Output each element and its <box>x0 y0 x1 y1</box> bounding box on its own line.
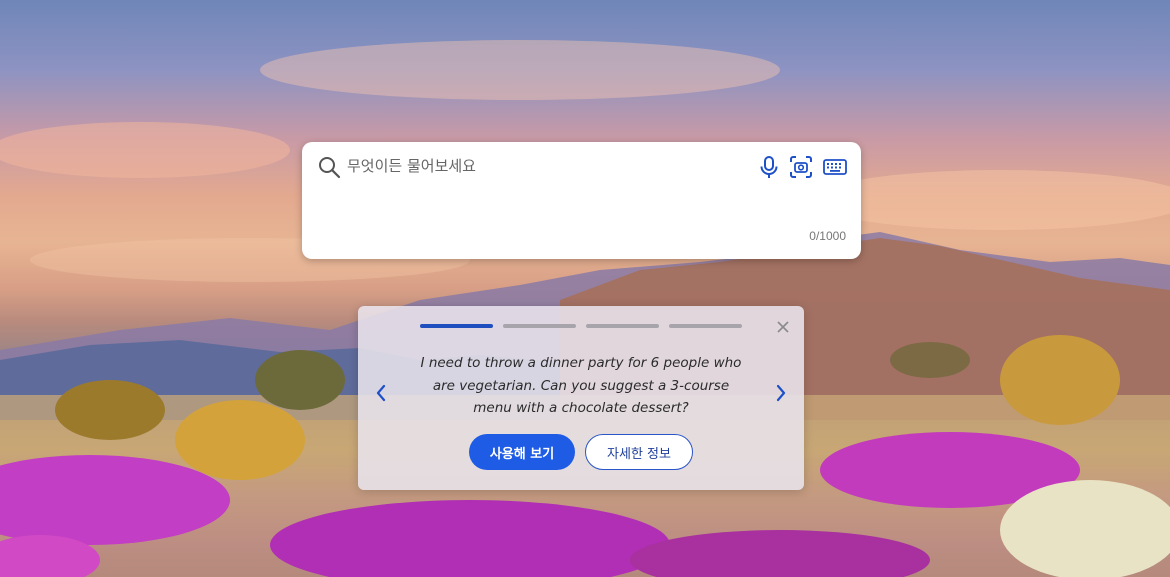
close-icon[interactable] <box>776 319 790 333</box>
progress-segment-active <box>420 324 493 328</box>
keyboard-icon[interactable] <box>822 154 848 180</box>
search-icon <box>317 155 341 179</box>
landscape-illustration <box>0 40 1170 577</box>
microphone-icon[interactable] <box>756 154 782 180</box>
suggestion-card: I need to throw a dinner party for 6 peo… <box>358 306 804 490</box>
background-landscape-image <box>0 0 1170 577</box>
visual-search-camera-icon[interactable] <box>788 154 814 180</box>
search-input[interactable] <box>347 152 737 180</box>
try-it-button[interactable]: 사용해 보기 <box>469 434 575 470</box>
progress-segment <box>586 324 659 328</box>
progress-segment <box>669 324 742 328</box>
chevron-left-icon[interactable] <box>372 382 390 404</box>
progress-segment <box>503 324 576 328</box>
chevron-right-icon[interactable] <box>772 382 790 404</box>
suggestion-prompt-text: I need to throw a dinner party for 6 peo… <box>420 355 742 416</box>
learn-more-button[interactable]: 자세한 정보 <box>585 434 693 470</box>
character-counter: 0/1000 <box>809 229 846 243</box>
search-box: 0/1000 <box>302 142 861 259</box>
